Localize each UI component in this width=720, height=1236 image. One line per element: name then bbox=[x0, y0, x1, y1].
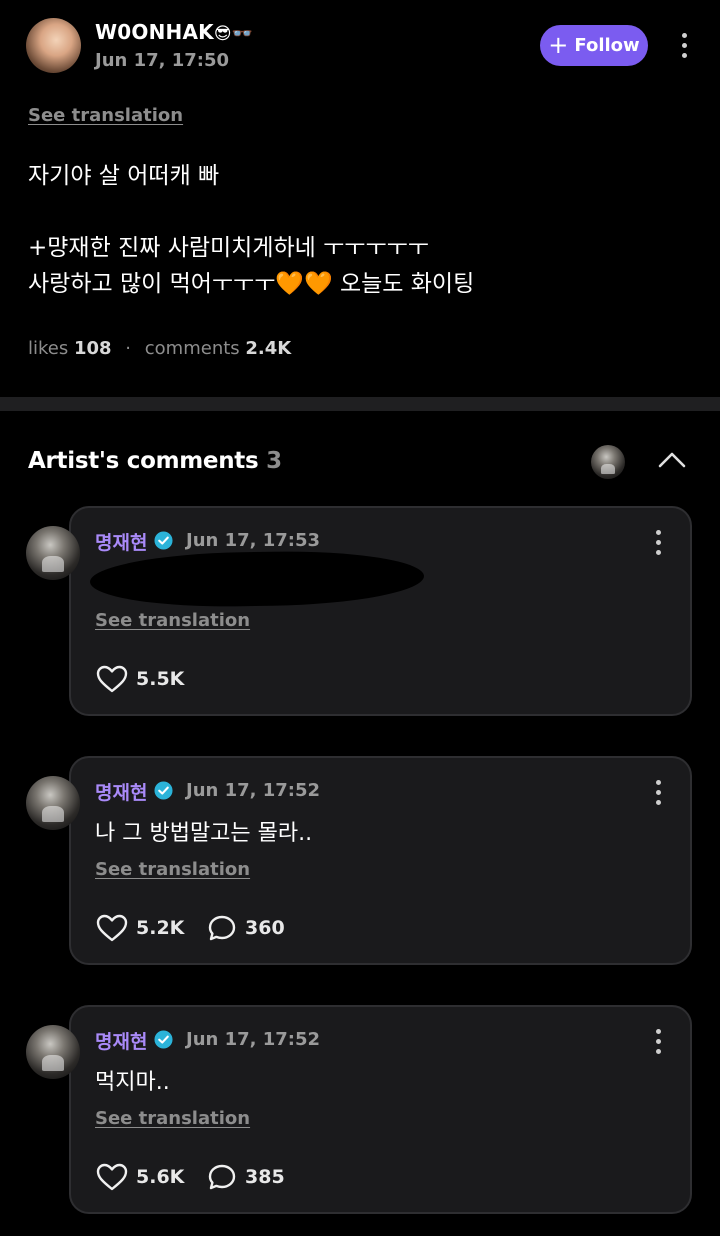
reply-button[interactable]: 360 bbox=[207, 914, 285, 942]
verified-badge-icon bbox=[154, 1030, 173, 1049]
post-header: W0ONHAK😎👓 Jun 17, 17:50 + Follow bbox=[0, 0, 720, 90]
verified-badge-icon bbox=[154, 781, 173, 800]
follow-label: Follow bbox=[574, 35, 640, 56]
reply-count: 360 bbox=[245, 917, 285, 939]
commenter-avatar[interactable] bbox=[26, 1025, 80, 1079]
reply-button[interactable]: 385 bbox=[207, 1163, 285, 1191]
comment-timestamp: Jun 17, 17:53 bbox=[186, 530, 321, 551]
artist-comments-title: Artist's comments 3 bbox=[28, 448, 282, 474]
like-count: 5.5K bbox=[136, 668, 185, 690]
author-username[interactable]: W0ONHAK😎👓 bbox=[95, 20, 253, 44]
heart-icon bbox=[96, 665, 128, 693]
heart-icon bbox=[96, 914, 128, 942]
reply-count: 385 bbox=[245, 1166, 285, 1188]
like-count: 5.6K bbox=[136, 1166, 185, 1188]
plus-icon: + bbox=[548, 30, 569, 59]
see-translation-link[interactable]: See translation bbox=[95, 859, 250, 880]
author-avatar[interactable] bbox=[26, 18, 81, 73]
comment-text: 먹지마.. bbox=[95, 1070, 170, 1095]
like-count: 5.2K bbox=[136, 917, 185, 939]
follow-button[interactable]: + Follow bbox=[540, 25, 648, 66]
heart-icon bbox=[96, 1163, 128, 1191]
section-divider bbox=[0, 397, 720, 411]
likes-count: 108 bbox=[73, 338, 112, 359]
chevron-up-icon[interactable] bbox=[657, 449, 687, 471]
commenter-avatar[interactable] bbox=[26, 776, 80, 830]
more-vertical-icon[interactable] bbox=[655, 1029, 661, 1054]
likes-label: likes bbox=[28, 338, 69, 359]
stats-separator: · bbox=[125, 338, 132, 359]
verified-badge-icon bbox=[154, 531, 173, 550]
author-username-text: W0ONHAK bbox=[95, 20, 214, 44]
comment-bubble-icon bbox=[208, 915, 236, 941]
comment-timestamp: Jun 17, 17:52 bbox=[186, 780, 321, 801]
like-button[interactable]: 5.6K bbox=[96, 1163, 184, 1191]
see-translation-link[interactable]: See translation bbox=[95, 1108, 250, 1129]
post-timestamp: Jun 17, 17:50 bbox=[95, 50, 230, 71]
post-body-text: 자기야 살 어떠캐 빠 +먕재한 진짜 사람미치게하네 ㅜㅜㅜㅜㅜ 사랑하고 많… bbox=[28, 163, 475, 297]
more-vertical-icon[interactable] bbox=[681, 33, 687, 58]
commenter-name[interactable]: 명재현 bbox=[95, 778, 147, 805]
comments-label: comments bbox=[144, 338, 240, 359]
commenter-avatar[interactable] bbox=[26, 526, 80, 580]
commenter-name[interactable]: 명재현 bbox=[95, 528, 147, 555]
artist-comments-title-text: Artist's comments bbox=[28, 448, 259, 474]
more-vertical-icon[interactable] bbox=[655, 530, 661, 555]
artist-comments-count: 3 bbox=[266, 448, 282, 474]
post-stats: likes 108 · comments 2.4K bbox=[28, 338, 291, 359]
more-vertical-icon[interactable] bbox=[655, 780, 661, 805]
like-button[interactable]: 5.2K bbox=[96, 914, 184, 942]
comment-bubble-icon bbox=[208, 1164, 236, 1190]
username-emoji: 😎👓 bbox=[213, 24, 254, 44]
commenter-name[interactable]: 명재현 bbox=[95, 1027, 147, 1054]
comments-count[interactable]: 2.4K bbox=[245, 338, 291, 359]
like-button[interactable]: 5.5K bbox=[96, 665, 184, 693]
see-translation-link[interactable]: See translation bbox=[95, 610, 250, 631]
see-translation-link[interactable]: See translation bbox=[28, 105, 183, 126]
comment-timestamp: Jun 17, 17:52 bbox=[186, 1029, 321, 1050]
artist-avatar-small[interactable] bbox=[591, 445, 625, 479]
comment-text: 나 그 방법말고는 몰라.. bbox=[95, 821, 313, 846]
